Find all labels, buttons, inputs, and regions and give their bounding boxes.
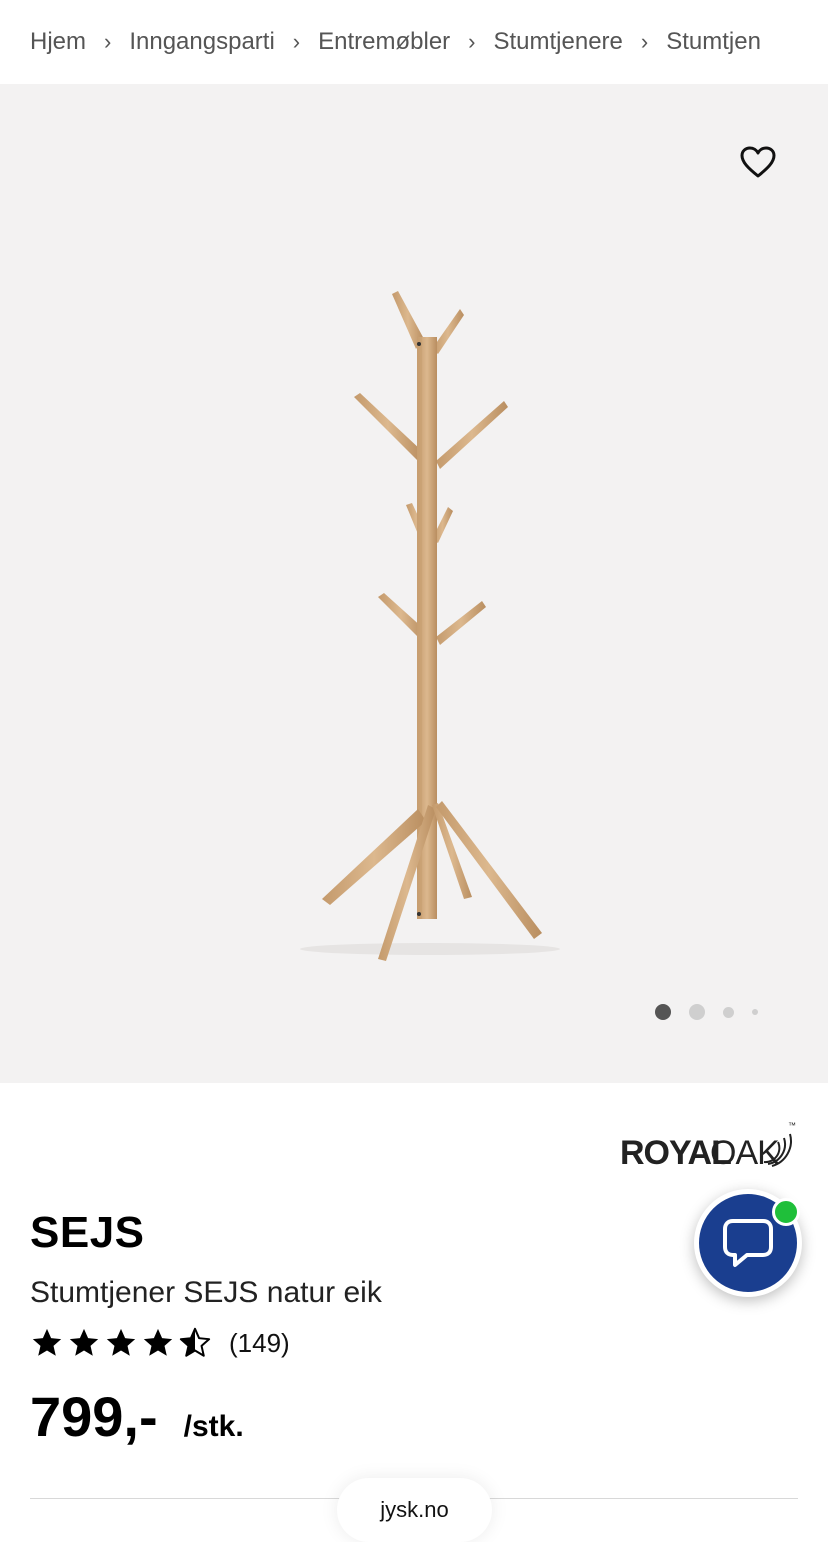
chat-bubble-icon [723, 1219, 773, 1267]
product-description: Stumtjener SEJS natur eik [30, 1276, 382, 1309]
breadcrumb: Hjem › Inngangsparti › Entremøbler › Stu… [0, 0, 828, 84]
star-filled-icon [32, 1328, 62, 1356]
chevron-right-icon: › [292, 29, 301, 54]
gallery-dot-4[interactable] [752, 1009, 758, 1015]
favorite-button[interactable] [738, 142, 778, 182]
star-filled-icon [106, 1328, 136, 1356]
gallery-dot-1[interactable] [655, 1004, 671, 1020]
online-status-indicator [772, 1198, 800, 1226]
product-title: SEJS [30, 1208, 145, 1257]
url-text: jysk.no [380, 1497, 449, 1522]
brand-logo-royal-oak[interactable]: ROYAL OAK ™ [618, 1116, 798, 1175]
breadcrumb-item-entremobler[interactable]: Entremøbler [318, 28, 450, 56]
star-half-icon [179, 1327, 211, 1357]
breadcrumb-item-current[interactable]: Stumtjen [666, 28, 761, 56]
price-value: 799,- [30, 1385, 158, 1448]
star-filled-icon [69, 1328, 99, 1356]
trademark-symbol: ™ [788, 1121, 796, 1130]
chevron-right-icon: › [468, 29, 476, 54]
review-count[interactable]: (149) [229, 1328, 290, 1359]
gallery-pagination [655, 1004, 776, 1020]
star-filled-icon [143, 1328, 173, 1356]
breadcrumb-item-hjem[interactable]: Hjem [30, 28, 86, 56]
gallery-dot-3[interactable] [723, 1006, 734, 1018]
gallery-dot-2[interactable] [689, 1004, 705, 1020]
product-image-coat-rack [300, 291, 560, 961]
rating-stars [30, 1326, 215, 1360]
royal-oak-logo: ROYAL OAK ™ [620, 1121, 796, 1172]
browser-url-bar[interactable]: jysk.no [337, 1478, 492, 1542]
chevron-right-icon: › [104, 29, 112, 54]
heart-outline-icon [740, 146, 776, 178]
breadcrumb-item-stumtjenere[interactable]: Stumtjenere [494, 28, 623, 56]
product-image-gallery[interactable] [0, 84, 828, 1083]
product-price: 799,- /stk. [30, 1384, 244, 1449]
product-rating[interactable]: (149) [30, 1326, 290, 1360]
price-unit: /stk. [183, 1410, 244, 1443]
chevron-right-icon: › [640, 29, 649, 54]
breadcrumb-item-inngangsparti[interactable]: Inngangsparti [129, 28, 274, 56]
